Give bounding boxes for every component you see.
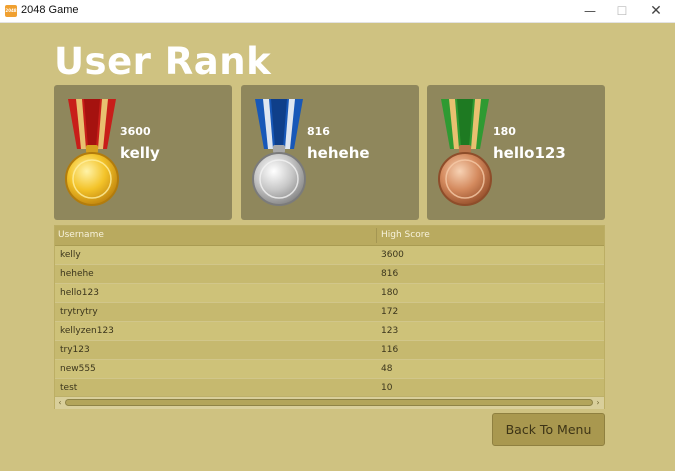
podium-username: kelly [120,144,160,162]
maximize-button[interactable]: ☐ [605,0,639,22]
close-button[interactable]: ✕ [639,0,673,22]
back-to-menu-button[interactable]: Back To Menu [492,413,605,446]
cell-username: try123 [60,345,90,355]
cell-username: hello123 [60,288,99,298]
scrollbar-thumb[interactable] [65,399,593,406]
podium-score: 3600 [120,125,151,138]
cell-username: kellyzen123 [60,326,114,336]
cell-username: test [60,383,78,393]
podium-card-third: 180 hello123 [427,85,605,220]
window-title: 2048 Game [21,4,79,16]
cell-username: trytrytry [60,307,98,317]
bronze-medal-icon [438,99,492,206]
cell-high-score: 180 [381,288,399,298]
gold-medal-icon [65,99,119,206]
horizontal-scrollbar[interactable]: ‹ › [55,396,604,409]
cell-high-score: 48 [381,364,393,374]
rank-table: Username High Score kelly 3600 hehehe 81… [54,225,605,409]
column-header-high-score[interactable]: High Score [381,226,430,245]
page-title: User Rank [54,40,272,83]
podium-username: hello123 [493,144,566,162]
table-body: kelly 3600 hehehe 816 hello123 180 trytr… [55,246,604,398]
cell-username: new555 [60,364,96,374]
scroll-left-icon[interactable]: ‹ [55,397,65,409]
cell-high-score: 123 [381,326,399,336]
scroll-right-icon[interactable]: › [593,397,603,409]
table-row[interactable]: kellyzen123 123 [55,322,604,341]
window-title-bar: 2048 2048 Game — ☐ ✕ [0,0,675,23]
cell-high-score: 172 [381,307,399,317]
table-header: Username High Score [55,226,604,246]
table-row[interactable]: new555 48 [55,360,604,379]
podium-score: 816 [307,125,330,138]
table-row[interactable]: hello123 180 [55,284,604,303]
column-header-username[interactable]: Username [58,226,104,245]
cell-high-score: 3600 [381,250,404,260]
table-row[interactable]: kelly 3600 [55,246,604,265]
app-icon: 2048 [5,5,17,17]
cell-high-score: 816 [381,269,399,279]
cell-username: hehehe [60,269,94,279]
cell-high-score: 10 [381,383,393,393]
podium-score: 180 [493,125,516,138]
cell-username: kelly [60,250,81,260]
silver-medal-icon [252,99,306,206]
table-row[interactable]: hehehe 816 [55,265,604,284]
podium-card-second: 816 hehehe [241,85,419,220]
minimize-button[interactable]: — [573,0,607,22]
table-row[interactable]: trytrytry 172 [55,303,604,322]
podium-card-first: 3600 kelly [54,85,232,220]
column-divider[interactable] [376,228,377,243]
table-row[interactable]: try123 116 [55,341,604,360]
podium-username: hehehe [307,144,370,162]
cell-high-score: 116 [381,345,399,355]
